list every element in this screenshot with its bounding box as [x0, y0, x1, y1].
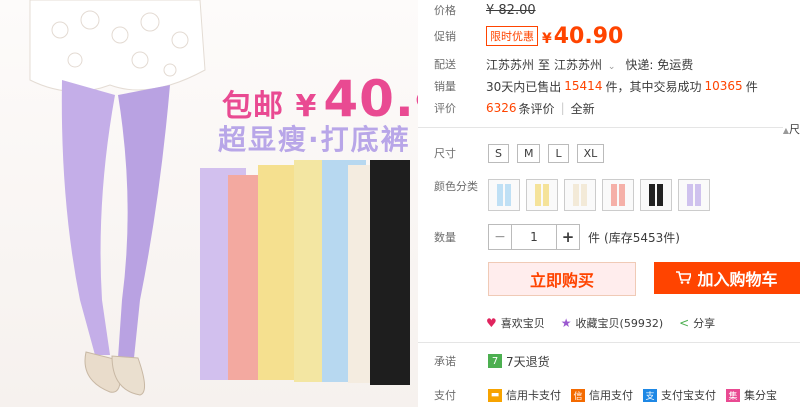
- reviews-text[interactable]: 条评价: [519, 100, 555, 117]
- color-swatch[interactable]: [564, 179, 596, 211]
- reviews-count[interactable]: 6326: [486, 101, 517, 115]
- color-label: 颜色分类: [434, 180, 478, 193]
- quantity-stepper: − 1 +: [488, 224, 580, 250]
- collect-button[interactable]: ★ 收藏宝贝(59932): [561, 315, 663, 331]
- share-button[interactable]: < 分享: [679, 315, 715, 331]
- payment-method-label: 集分宝: [744, 389, 777, 402]
- payment-method: 支支付宝支付: [643, 387, 716, 403]
- sales-suffix: 件: [745, 79, 758, 94]
- shipping-to-select[interactable]: 江苏苏州 ⌄: [554, 56, 615, 73]
- sales-success-count: 10365: [704, 79, 743, 93]
- size-option-m[interactable]: M: [516, 143, 541, 163]
- quantity-unit: 件: [588, 230, 601, 245]
- promo-tag: 限时优惠: [486, 26, 538, 46]
- alipay-icon: 支: [643, 388, 657, 402]
- size-option-xl[interactable]: XL: [576, 143, 605, 163]
- pants-thumbnail-icon: [497, 184, 511, 206]
- sales-count: 15414: [564, 79, 603, 93]
- promo-price: ¥40.90: [542, 24, 623, 49]
- sales-unit: 件: [605, 79, 618, 94]
- heart-icon: ♥: [486, 316, 497, 330]
- seven-day-return-icon: 7: [488, 354, 502, 368]
- star-icon: ★: [560, 316, 572, 330]
- size-option-l[interactable]: L: [548, 143, 569, 163]
- quantity-label: 数量: [434, 231, 456, 244]
- pants-thumbnail-icon: [611, 184, 625, 206]
- shipping-from: 江苏苏州: [486, 57, 535, 72]
- promise-seven-day[interactable]: 7 7天退货: [488, 353, 550, 370]
- payment-method: ▬ 信用卡支付: [488, 387, 561, 403]
- add-to-cart-label: 加入购物车: [697, 270, 778, 289]
- share-label: 分享: [693, 317, 716, 330]
- stock-count: (库存5453件): [604, 230, 680, 245]
- collapse-toggle[interactable]: ▲尺: [782, 121, 800, 137]
- share-icon: <: [679, 316, 690, 330]
- color-swatch[interactable]: [488, 179, 520, 211]
- payment-method-label: 信用支付: [589, 389, 633, 402]
- payment-label: 支付: [434, 389, 456, 402]
- payment-method-label: 信用卡支付: [506, 389, 561, 402]
- size-options: S M L XL: [488, 143, 612, 163]
- payment-method: 集集分宝: [726, 387, 777, 403]
- color-swatch[interactable]: [640, 179, 672, 211]
- chevron-down-icon: ⌄: [607, 61, 616, 72]
- color-swatch[interactable]: [526, 179, 558, 211]
- pants-thumbnail-icon: [573, 184, 587, 206]
- size-option-s[interactable]: S: [488, 143, 509, 163]
- reviews-link[interactable]: 全新: [571, 100, 595, 117]
- like-label: 喜欢宝贝: [500, 317, 545, 330]
- payment-method-label: 支付宝支付: [661, 389, 716, 402]
- divider: |: [560, 101, 565, 115]
- shipping-to-word: 至: [538, 57, 551, 72]
- divider: [418, 127, 800, 128]
- like-button[interactable]: ♥ 喜欢宝贝: [486, 315, 545, 331]
- add-to-cart-button[interactable]: 加入购物车: [654, 262, 800, 294]
- promise-label: 承诺: [434, 355, 456, 368]
- credit-pay-icon: 信: [571, 388, 585, 402]
- payment-methods: ▬ 信用卡支付信信用支付支支付宝支付集集分宝: [488, 387, 787, 403]
- pants-thumbnail-icon: [649, 184, 663, 206]
- currency-symbol: ¥: [542, 30, 552, 47]
- shipping-label: 配送: [434, 58, 456, 71]
- product-photo: [29, 0, 410, 396]
- collapse-hint: 尺: [789, 123, 800, 136]
- credit-card-icon: ▬: [488, 388, 502, 402]
- color-swatches: [488, 179, 716, 211]
- quantity-plus-button[interactable]: +: [556, 225, 579, 249]
- promise-text: 7天退货: [506, 354, 550, 369]
- collect-label: 收藏宝贝(59932): [575, 317, 664, 330]
- color-swatch[interactable]: [678, 179, 710, 211]
- sales-prefix: 30天内已售出: [486, 79, 562, 94]
- reviews-label: 评价: [434, 102, 456, 115]
- jifenbao-icon: 集: [726, 388, 740, 402]
- pants-thumbnail-icon: [687, 184, 701, 206]
- buy-now-button[interactable]: 立即购买: [488, 262, 636, 296]
- pants-thumbnail-icon: [535, 184, 549, 206]
- payment-method: 信信用支付: [571, 387, 633, 403]
- divider: [418, 342, 800, 343]
- promo-label: 促销: [434, 30, 456, 43]
- shipping-fee: 快递: 免运费: [625, 57, 694, 72]
- shipping-to: 江苏苏州: [554, 57, 603, 72]
- sales-label: 销量: [434, 80, 456, 93]
- size-label: 尺寸: [434, 147, 456, 160]
- original-price: ¥ 82.00: [486, 2, 536, 18]
- cart-icon: [676, 269, 693, 288]
- sales-mid: ，其中交易成功: [617, 79, 702, 94]
- original-price-label: 价格: [434, 4, 456, 17]
- product-info-panel: 价格 ¥ 82.00 促销 限时优惠 ¥40.90 配送 江苏苏州 至 江苏苏州…: [418, 0, 800, 407]
- quantity-input[interactable]: 1: [512, 225, 556, 249]
- social-row: ♥ 喜欢宝贝 ★ 收藏宝贝(59932) < 分享: [486, 313, 715, 333]
- promo-price-value: 40.90: [553, 23, 624, 49]
- promo-slogan: 超显瘦·打底裤: [218, 123, 411, 156]
- product-image[interactable]: 包邮 ¥40.9 超显瘦·打底裤: [0, 0, 418, 407]
- color-swatch[interactable]: [602, 179, 634, 211]
- quantity-minus-button[interactable]: −: [489, 225, 512, 249]
